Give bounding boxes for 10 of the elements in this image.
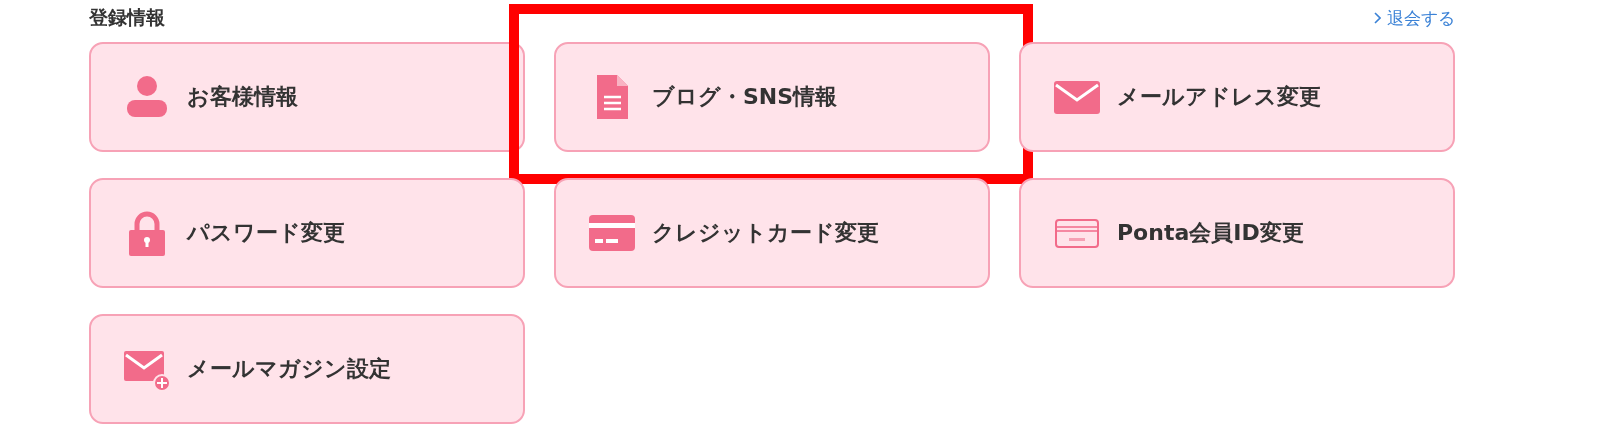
withdraw-link[interactable]: 退会する xyxy=(1373,6,1455,30)
menu-card[interactable]: ブログ・SNS情報 xyxy=(554,42,990,152)
menu-card[interactable]: メールマガジン設定 xyxy=(89,314,525,424)
menu-card[interactable]: クレジットカード変更 xyxy=(554,178,990,288)
menu-card[interactable]: メールアドレス変更 xyxy=(1019,42,1455,152)
menu-card[interactable]: Ponta会員ID変更 xyxy=(1019,178,1455,288)
menu-card[interactable]: パスワード変更 xyxy=(89,178,525,288)
menu-card[interactable]: お客様情報 xyxy=(89,42,525,152)
section-title: 登録情報 xyxy=(89,5,165,30)
chevron-icon xyxy=(1373,12,1381,24)
